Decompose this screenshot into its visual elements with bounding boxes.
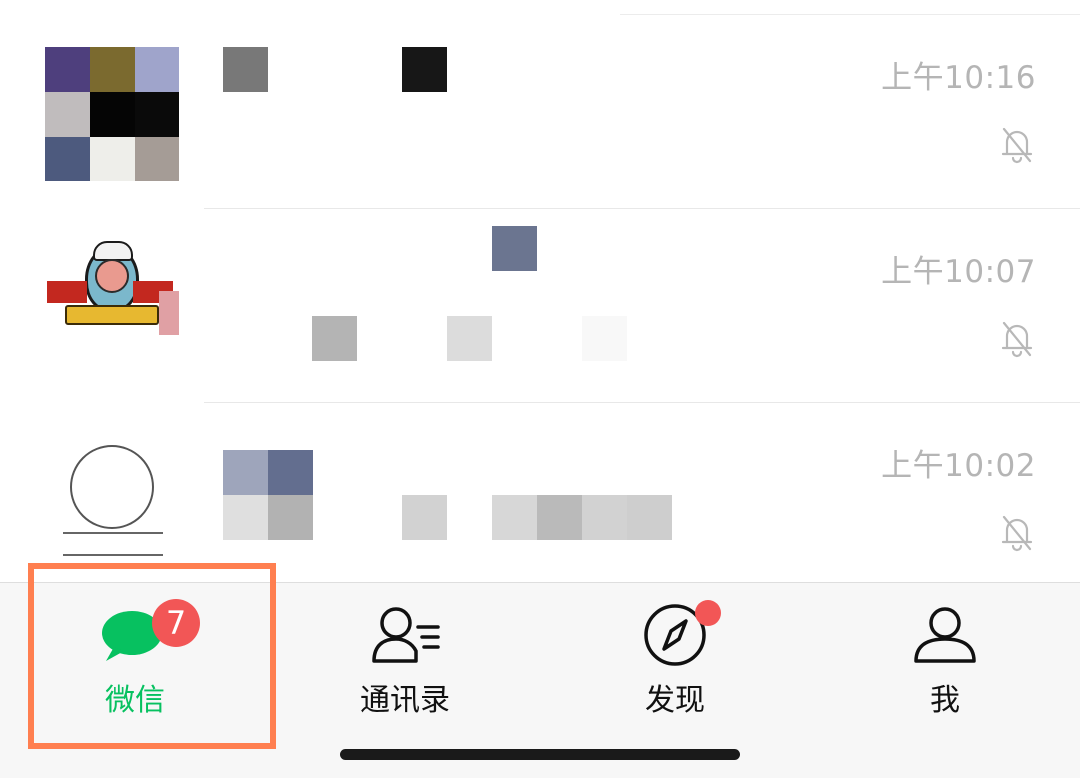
chef-logo: [95, 259, 129, 293]
avatar[interactable]: [45, 241, 179, 375]
mute-bell-icon: [1001, 515, 1033, 552]
home-indicator[interactable]: [340, 749, 740, 760]
tab-discover[interactable]: 发现: [540, 583, 810, 743]
avatar[interactable]: [45, 47, 179, 181]
avatar-pixel: [135, 137, 179, 181]
chat-list-item[interactable]: 上午10:16: [0, 14, 1080, 209]
yuemu-logo: [70, 445, 154, 529]
chef-logo: [47, 281, 87, 303]
avatar-pixel: [135, 92, 179, 137]
yuemu-logo: [63, 532, 163, 556]
chat-time: 上午10:07: [881, 254, 1036, 290]
unread-badge: 7: [152, 599, 200, 647]
person-icon: [914, 607, 976, 663]
name-redaction: [223, 450, 268, 495]
message-redaction: [268, 495, 313, 540]
name-redaction: [492, 226, 537, 271]
tab-wechat[interactable]: 7 微信: [0, 583, 270, 743]
avatar-pixel: [90, 92, 135, 137]
message-redaction: [537, 495, 582, 540]
message-redaction: [447, 316, 492, 361]
chef-logo: [93, 241, 133, 261]
message-redaction: [492, 495, 537, 540]
chef-logo: [65, 305, 159, 325]
tab-label: 我: [930, 683, 960, 718]
notification-dot: [695, 600, 721, 626]
avatar-pixel: [135, 47, 179, 92]
chat-list-item[interactable]: 上午10:02: [0, 402, 1080, 596]
tab-label: 微信: [105, 683, 165, 718]
tab-label: 发现: [645, 683, 705, 718]
tab-label: 通讯录: [360, 683, 450, 718]
chat-time: 上午10:02: [881, 448, 1036, 484]
avatar-pixel: [90, 47, 135, 92]
message-redaction: [312, 316, 357, 361]
tab-me[interactable]: 我: [810, 583, 1080, 743]
avatar-pixel: [45, 92, 90, 137]
mute-bell-icon: [1001, 127, 1033, 164]
mute-bell-icon: [1001, 321, 1033, 358]
avatar-pixel: [45, 47, 90, 92]
avatar[interactable]: [45, 435, 179, 569]
message-redaction: [582, 495, 627, 540]
avatar-pixel: [45, 137, 90, 181]
message-redaction: [223, 495, 268, 540]
name-redaction: [223, 47, 268, 92]
message-redaction: [627, 495, 672, 540]
contacts-icon: [372, 607, 440, 663]
name-redaction: [402, 47, 447, 92]
message-redaction: [582, 316, 627, 361]
chat-list-item[interactable]: 上午10:07: [0, 208, 1080, 403]
message-redaction: [402, 495, 447, 540]
avatar-pixel: [90, 137, 135, 181]
chef-logo: [159, 291, 179, 335]
chat-list: 上午10:16 上午10:07 上午10:02: [0, 0, 1080, 582]
tab-contacts[interactable]: 通讯录: [270, 583, 540, 743]
chat-time: 上午10:16: [881, 60, 1036, 96]
name-redaction: [268, 450, 313, 495]
